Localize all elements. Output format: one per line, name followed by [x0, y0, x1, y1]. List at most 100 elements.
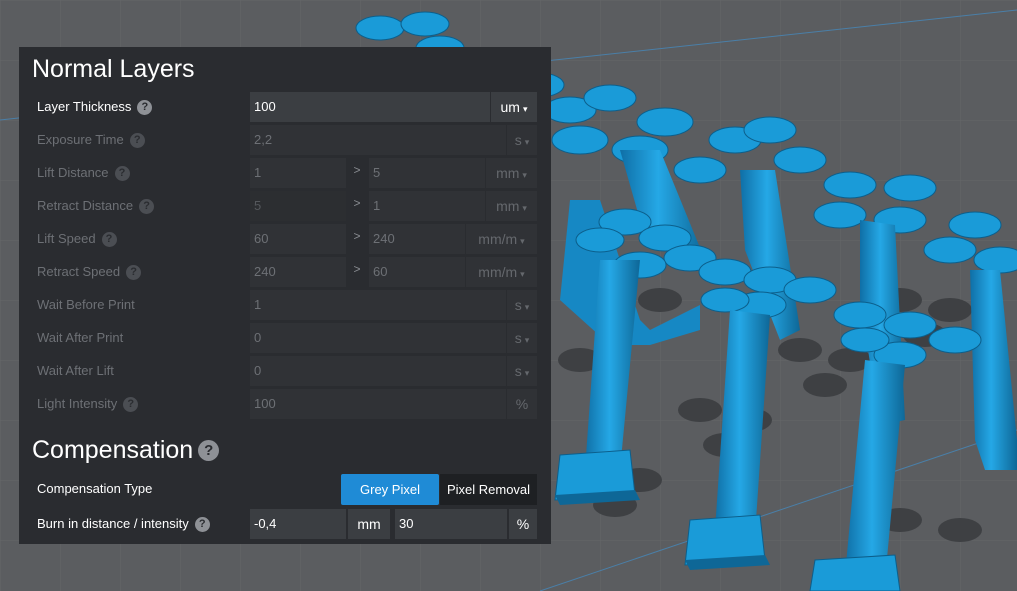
help-icon[interactable]: ? [198, 440, 220, 461]
wait-after-lift-label: Wait After Lift [37, 356, 114, 386]
help-icon[interactable]: ? [123, 396, 139, 412]
burn-intensity-input[interactable]: 30 [395, 509, 507, 539]
retract-distance-unit-dropdown[interactable]: mm ▾ [486, 191, 537, 221]
wait-after-lift-input[interactable]: 0 [250, 356, 506, 386]
wait-before-print-row: Wait Before Print 1 s ▾ [19, 290, 551, 320]
retract-distance-unit: mm [496, 198, 520, 214]
retract-distance-label: Retract Distance ? [37, 191, 155, 221]
exposure-time-input[interactable]: 2,2 [250, 125, 506, 155]
wait-before-print-input[interactable]: 1 [250, 290, 506, 320]
exposure-time-unit-dropdown[interactable]: s ▾ [507, 125, 537, 155]
wait-before-print-unit: s [514, 297, 522, 313]
exposure-time-label: Exposure Time ? [37, 125, 145, 155]
retract-distance-input-1[interactable]: 5 [250, 191, 346, 221]
burn-distance-input[interactable]: -0,4 [250, 509, 346, 539]
retract-distance-label-text: Retract Distance [37, 198, 134, 213]
chevron-down-icon: ▾ [524, 137, 530, 147]
compensation-type-row: Compensation Type Grey Pixel Pixel Remov… [19, 474, 551, 505]
wait-after-lift-label-text: Wait After Lift [37, 363, 114, 378]
layer-thickness-label: Layer Thickness ? [37, 92, 153, 122]
exposure-time-label-text: Exposure Time [37, 132, 124, 147]
layer-thickness-row: Layer Thickness ? 100 um ▾ [19, 92, 551, 122]
lift-distance-row: Lift Distance ? 1 > 5 mm ▾ [19, 158, 551, 188]
chevron-down-icon: ▾ [524, 335, 530, 345]
wait-after-lift-unit-dropdown[interactable]: s ▾ [507, 356, 537, 386]
layer-thickness-unit: um [500, 99, 520, 115]
wait-before-print-unit-dropdown[interactable]: s ▾ [507, 290, 537, 320]
compensation-title-text: Compensation [32, 436, 194, 464]
lift-distance-input-2[interactable]: 5 [369, 158, 485, 188]
exposure-time-row: Exposure Time ? 2,2 s ▾ [19, 125, 551, 155]
help-icon[interactable]: ? [137, 99, 153, 115]
compensation-title: Compensation ? [32, 436, 220, 465]
lift-distance-unit-dropdown[interactable]: mm ▾ [486, 158, 537, 188]
chevron-down-icon: ▾ [524, 368, 530, 378]
layer-thickness-unit-dropdown[interactable]: um ▾ [491, 92, 537, 122]
lift-speed-row: Lift Speed ? 60 > 240 mm/m ▾ [19, 224, 551, 254]
chevron-down-icon: ▾ [522, 203, 527, 213]
retract-speed-unit: mm/m [478, 264, 518, 280]
light-intensity-row: Light Intensity ? 100 % [19, 389, 551, 419]
wait-after-print-unit: s [514, 330, 522, 346]
retract-speed-input-2[interactable]: 60 [369, 257, 465, 287]
retract-distance-row: Retract Distance ? 5 > 1 mm ▾ [19, 191, 551, 221]
help-icon[interactable]: ? [101, 231, 117, 247]
lift-distance-label-text: Lift Distance [37, 165, 109, 180]
lift-speed-label: Lift Speed ? [37, 224, 117, 254]
lift-speed-input-1[interactable]: 60 [250, 224, 346, 254]
wait-after-print-input[interactable]: 0 [250, 323, 506, 353]
compensation-type-label: Compensation Type [37, 474, 152, 504]
retract-distance-input-2[interactable]: 1 [369, 191, 485, 221]
retract-speed-label: Retract Speed ? [37, 257, 142, 287]
help-icon[interactable]: ? [126, 264, 142, 280]
light-intensity-unit: % [507, 389, 537, 419]
burn-in-label-text: Burn in distance / intensity [37, 516, 189, 531]
grey-pixel-button[interactable]: Grey Pixel [341, 474, 439, 505]
help-icon[interactable]: ? [114, 165, 130, 181]
wait-after-print-label: Wait After Print [37, 323, 123, 353]
wait-before-print-label-text: Wait Before Print [37, 297, 135, 312]
compensation-type-label-text: Compensation Type [37, 481, 153, 496]
light-intensity-label: Light Intensity ? [37, 389, 139, 419]
chevron-down-icon: ▾ [524, 302, 530, 312]
arrow-separator: > [353, 196, 361, 210]
settings-panel: Normal Layers Layer Thickness ? 100 um ▾ … [19, 47, 551, 544]
chevron-down-icon: ▾ [522, 170, 527, 180]
lift-speed-input-2[interactable]: 240 [369, 224, 465, 254]
chevron-down-icon: ▾ [520, 236, 525, 246]
retract-speed-input-1[interactable]: 240 [250, 257, 346, 287]
chevron-down-icon: ▾ [520, 269, 525, 279]
wait-after-print-label-text: Wait After Print [37, 330, 124, 345]
wait-after-lift-row: Wait After Lift 0 s ▾ [19, 356, 551, 386]
pixel-removal-button[interactable]: Pixel Removal [440, 474, 537, 505]
burn-in-row: Burn in distance / intensity ? -0,4 mm 3… [19, 509, 551, 539]
chevron-down-icon: ▾ [522, 104, 528, 114]
light-intensity-input[interactable]: 100 [250, 389, 506, 419]
arrow-separator: > [353, 262, 361, 276]
normal-layers-title-text: Normal Layers [32, 55, 195, 83]
lift-speed-label-text: Lift Speed [37, 231, 96, 246]
normal-layers-title: Normal Layers [32, 55, 195, 84]
wait-after-print-row: Wait After Print 0 s ▾ [19, 323, 551, 353]
lift-speed-unit-dropdown[interactable]: mm/m ▾ [466, 224, 537, 254]
arrow-separator: > [353, 163, 361, 177]
retract-speed-row: Retract Speed ? 240 > 60 mm/m ▾ [19, 257, 551, 287]
exposure-time-unit: s [514, 132, 522, 148]
wait-before-print-label: Wait Before Print [37, 290, 135, 320]
lift-speed-unit: mm/m [478, 231, 518, 247]
lift-distance-unit: mm [496, 165, 520, 181]
retract-speed-unit-dropdown[interactable]: mm/m ▾ [466, 257, 537, 287]
lift-distance-input-1[interactable]: 1 [250, 158, 346, 188]
help-icon[interactable]: ? [139, 198, 155, 214]
layer-thickness-input[interactable]: 100 [250, 92, 490, 122]
help-icon[interactable]: ? [129, 132, 145, 148]
burn-in-label: Burn in distance / intensity ? [37, 509, 210, 539]
wait-after-print-unit-dropdown[interactable]: s ▾ [507, 323, 537, 353]
wait-after-lift-unit: s [514, 363, 522, 379]
arrow-separator: > [353, 229, 361, 243]
retract-speed-label-text: Retract Speed [37, 264, 121, 279]
lift-distance-label: Lift Distance ? [37, 158, 130, 188]
burn-distance-unit: mm [348, 509, 390, 539]
layer-thickness-label-text: Layer Thickness [37, 99, 132, 114]
help-icon[interactable]: ? [194, 516, 210, 532]
